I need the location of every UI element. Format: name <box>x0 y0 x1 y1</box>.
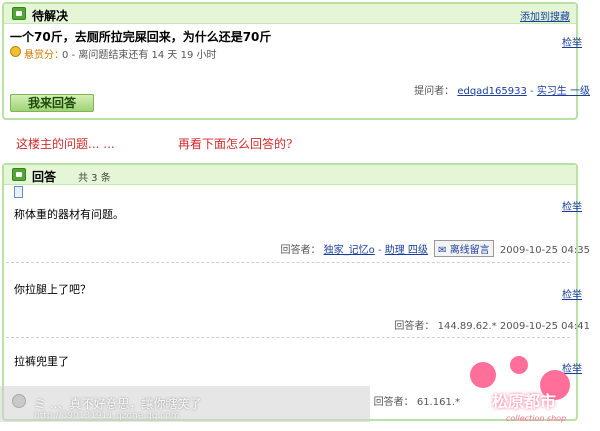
logo-blob <box>510 356 528 374</box>
caption-left: 这楼主的问题... ... <box>16 137 115 151</box>
answerer-label: 回答者： <box>280 245 321 256</box>
answer-1-meta: 回答者： 独家_记忆o - 助理 四级 ✉ 离线留言 2009-10-25 04… <box>280 240 590 257</box>
answer-1-text: 称体重的器材有问题。 <box>14 208 124 221</box>
report-question-link[interactable]: 检举 <box>562 34 582 49</box>
answer-2-meta: 回答者： 144.89.62.* 2009-10-25 04:41 <box>394 317 590 332</box>
divider <box>6 337 570 338</box>
question-icon <box>12 7 26 20</box>
watermark-text: ミ ..、真不好意思，讓你瞎笑了 <box>34 397 202 411</box>
answer-button[interactable]: 我来回答 <box>10 94 94 112</box>
logo-blob <box>470 362 496 388</box>
answer-2-time: 2009-10-25 04:41 <box>499 321 590 332</box>
answerer-label: 回答者： <box>394 321 435 332</box>
asker-label: 提问者： <box>414 86 455 97</box>
answers-icon <box>12 168 26 181</box>
answers-header: 回答 共 3 条 <box>4 165 576 185</box>
watermark-logo: 松原都市 <box>492 392 557 411</box>
answer-2-text: 你拉腿上了吧？ <box>14 283 91 296</box>
reward-info: 0 - 离问题结束还有 14 天 19 小时 <box>62 50 217 61</box>
report-answer-1-link[interactable]: 检举 <box>562 198 582 213</box>
report-answer-2-link[interactable]: 检举 <box>562 286 582 301</box>
answerer-ip: 144.89.62.* <box>437 321 497 332</box>
answer-1-time: 2009-10-25 04:35 <box>499 245 590 256</box>
answerer-label: 回答者： <box>373 397 414 408</box>
asker-row: 提问者： edqad165933 - 实习生 一级 <box>414 82 590 97</box>
asker-level-link[interactable]: 实习生 一级 <box>537 86 590 97</box>
reward-label: 悬赏分： <box>24 50 64 61</box>
asker-name-link[interactable]: edqad165933 <box>457 86 527 97</box>
answerer-ip: 61.161.* <box>416 397 460 408</box>
answerer-level-link[interactable]: 助理 四级 <box>385 245 428 256</box>
answerer-separator: - <box>377 245 385 256</box>
caption-right: 再看下面怎么回答的? <box>178 137 293 151</box>
qzone-icon <box>12 394 26 408</box>
asker-separator: - <box>530 86 537 97</box>
offline-message-label: 离线留言 <box>449 245 490 256</box>
answer-3-text: 拉裤兜里了 <box>14 355 69 368</box>
report-answer-3-link[interactable]: 检举 <box>562 360 582 375</box>
question-title: 一个70斤，去厕所拉完屎回来，为什么还是70斤 <box>10 30 272 44</box>
phone-icon <box>14 186 23 198</box>
coin-icon <box>10 46 21 57</box>
answers-title: 回答 <box>32 170 57 184</box>
answerer-name-link[interactable]: 独家_记忆o <box>324 245 375 256</box>
add-favorite-link[interactable]: 添加到搜藏 <box>520 8 570 23</box>
answers-count: 共 3 条 <box>78 173 111 184</box>
offline-message-button[interactable]: ✉ 离线留言 <box>434 240 494 257</box>
watermark-logo-sub: collection shop <box>506 414 567 423</box>
answer-3-meta: 回答者： 61.161.* <box>374 393 460 408</box>
divider <box>6 262 570 263</box>
watermark-url: http://390131911.qzone.qq.com <box>34 411 180 421</box>
question-header: 待解决 添加到搜藏 <box>4 4 576 24</box>
question-status: 待解决 <box>32 9 69 23</box>
